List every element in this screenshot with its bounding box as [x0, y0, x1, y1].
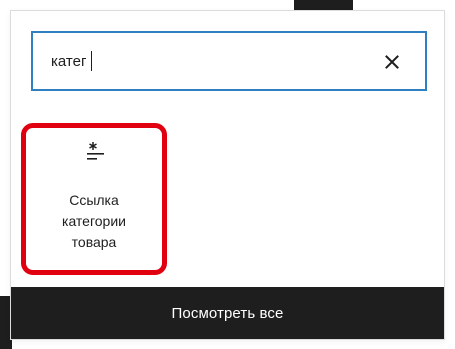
browse-all-label: Посмотреть все [171, 304, 284, 322]
category-link-icon [87, 142, 104, 160]
block-result-product-category-link[interactable]: Ссылка категории товара [21, 123, 167, 275]
clear-search-button[interactable] [381, 51, 403, 73]
search-input[interactable] [51, 48, 351, 74]
text-caret [91, 51, 92, 71]
close-icon [385, 55, 399, 69]
block-inserter-page: Ссылка категории товара Посмотреть все [0, 0, 455, 349]
search-box [31, 31, 427, 91]
block-inserter-popover: Ссылка категории товара Посмотреть все [10, 10, 445, 340]
block-result-label: Ссылка категории товара [62, 192, 126, 250]
browse-all-button[interactable]: Посмотреть все [11, 287, 444, 339]
